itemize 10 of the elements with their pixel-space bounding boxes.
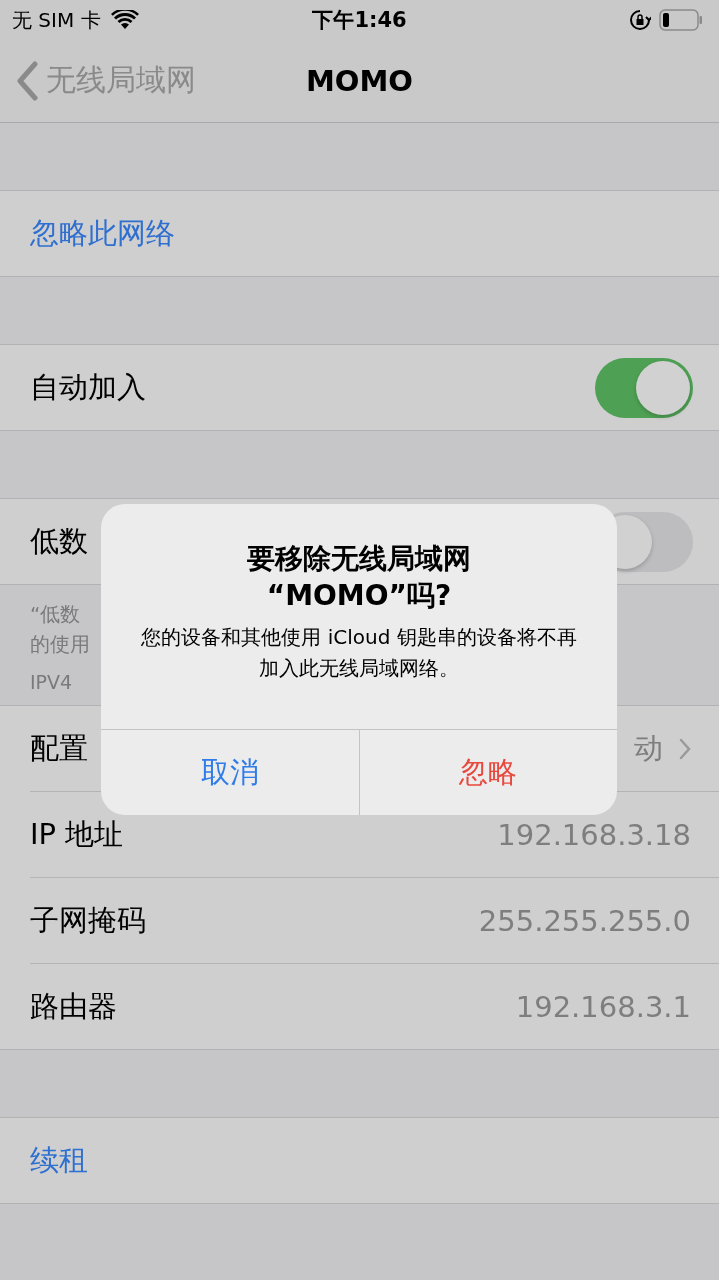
footnote-text: 的使用 [30,631,90,658]
section-header: IPV4 [30,671,73,693]
footnote-text: “低数 [30,601,81,628]
alert-message: 您的设备和其他使用 iCloud 钥匙串的设备将不再加入此无线局域网络。 [140,624,578,682]
alert-title: “MOMO”吗? [266,578,452,614]
status-time: 下午1:46 [312,7,407,34]
settings-row: 自动加入 [0,345,719,430]
carrier-text: 无 SIM 卡 [12,6,101,34]
alert-title: 要移除无线局域网 [247,541,471,577]
page-title: MOMO [306,64,413,98]
